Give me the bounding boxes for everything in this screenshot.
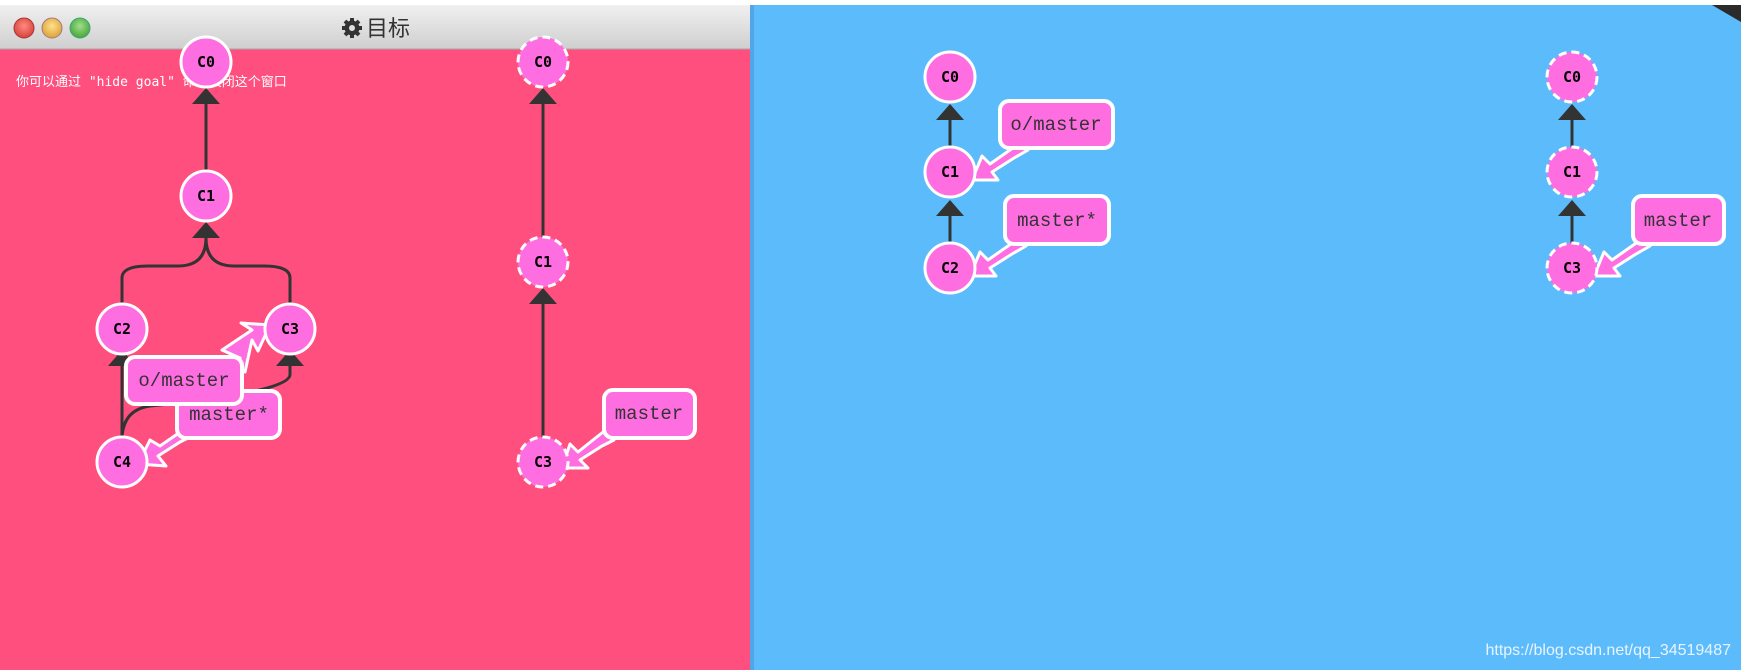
branch-label-master: master bbox=[615, 403, 683, 425]
commit-label: C4 bbox=[113, 453, 131, 471]
commit-label: C0 bbox=[197, 53, 215, 71]
maximize-button[interactable] bbox=[69, 17, 91, 39]
main-view-top-strip bbox=[740, 0, 1741, 5]
commit-label: C3 bbox=[534, 453, 552, 471]
branch-label-master-star: master* bbox=[189, 404, 269, 426]
commit-label: C1 bbox=[197, 187, 215, 205]
watermark-url: https://blog.csdn.net/qq_34519487 bbox=[1485, 642, 1731, 659]
goal-window-title: 目标 bbox=[366, 17, 410, 42]
commit-label: C1 bbox=[941, 163, 959, 181]
commit-label: C2 bbox=[941, 259, 959, 277]
minimize-button[interactable] bbox=[41, 17, 63, 39]
main-branch-label-master-star: master* bbox=[1017, 210, 1097, 232]
commit-label: C1 bbox=[534, 253, 552, 271]
main-local-commits: C0 C1 C2 bbox=[923, 50, 977, 295]
main-remote-commits: C0 C1 C3 bbox=[1545, 50, 1599, 295]
commit-label: C0 bbox=[941, 68, 959, 86]
gear-icon bbox=[342, 18, 362, 38]
main-view-background bbox=[740, 0, 1741, 670]
commit-label: C3 bbox=[281, 320, 299, 338]
commit-label: C0 bbox=[1563, 68, 1581, 86]
commit-label: C0 bbox=[534, 53, 552, 71]
hide-goal-hint: 你可以通过 "hide goal" 命令关闭这个窗口 bbox=[16, 74, 287, 90]
close-button[interactable] bbox=[13, 17, 35, 39]
commit-label: C1 bbox=[1563, 163, 1581, 181]
main-remote-branch-label-master: master bbox=[1644, 210, 1712, 232]
branch-label-o-master: o/master bbox=[138, 370, 229, 392]
commit-label: C2 bbox=[113, 320, 131, 338]
commit-label: C3 bbox=[1563, 259, 1581, 277]
main-branch-label-o-master: o/master bbox=[1010, 114, 1101, 136]
